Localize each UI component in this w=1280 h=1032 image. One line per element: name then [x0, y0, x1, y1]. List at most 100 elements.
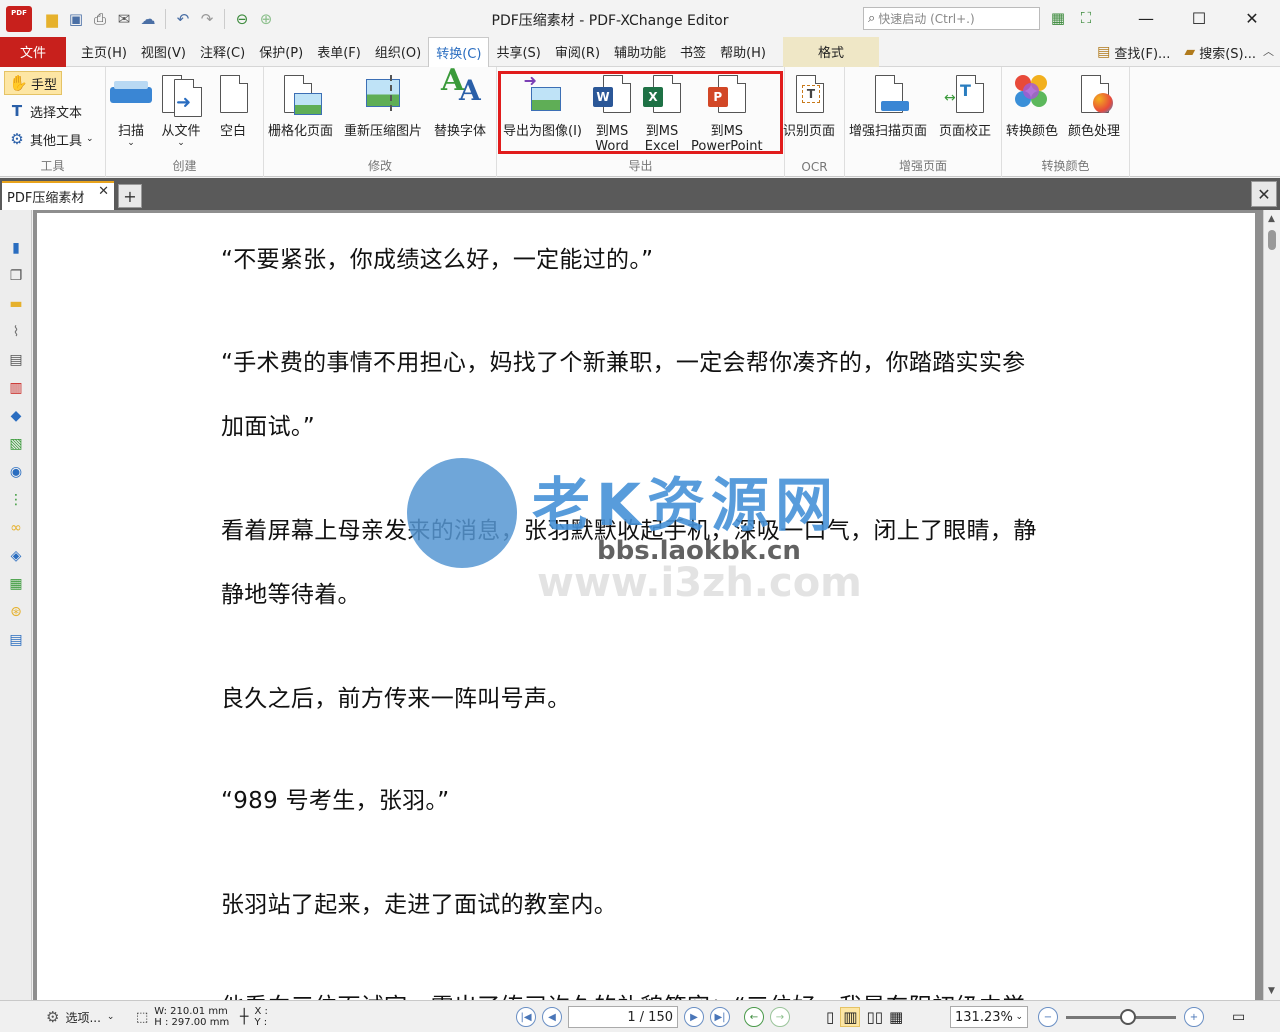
destinations-icon[interactable]: ◉: [6, 462, 26, 482]
tab-review[interactable]: 审阅(R): [548, 37, 607, 67]
side-panel: ▮ ❐ ▬ ⌇ ▤ ▥ ◆ ▧ ◉ ⋮ ∞ ◈ ▦ ⊛ ▤: [0, 210, 32, 1000]
close-tab-icon[interactable]: ✕: [98, 184, 109, 199]
continuous-facing-icon[interactable]: ▦: [889, 1008, 903, 1026]
fields-icon[interactable]: ▦: [6, 574, 26, 594]
view-mode-button[interactable]: ▭: [1232, 1001, 1245, 1032]
zoom-slider-knob[interactable]: [1120, 1008, 1136, 1025]
scan-button[interactable]: 扫描 ⌄: [110, 73, 152, 148]
to-powerpoint-button[interactable]: P 到MS PowerPoint: [691, 73, 763, 154]
select-text-tool[interactable]: T 选择文本: [4, 99, 86, 123]
email-icon[interactable]: ✉: [114, 9, 134, 29]
thumbnails-icon[interactable]: ❐: [6, 266, 26, 286]
facing-pages-icon[interactable]: ▯▯: [866, 1008, 883, 1026]
continuous-page-icon[interactable]: ▥: [840, 1007, 861, 1027]
tab-help[interactable]: 帮助(H): [713, 37, 773, 67]
back-view-button[interactable]: ←: [744, 1007, 764, 1027]
to-word-button[interactable]: W 到MS Word: [591, 73, 633, 154]
first-page-button[interactable]: |◀: [516, 1007, 536, 1027]
tab-protect[interactable]: 保护(P): [252, 37, 310, 67]
forward-icon[interactable]: ⊕: [256, 9, 276, 29]
zoom-slider-group: − +: [1038, 1001, 1204, 1032]
close-document-button[interactable]: ✕: [1251, 181, 1277, 207]
save-icon[interactable]: ▣: [66, 9, 86, 29]
attachments-icon[interactable]: ⌇: [6, 322, 26, 342]
scroll-up-icon[interactable]: ▲: [1268, 214, 1275, 224]
rasterize-button[interactable]: 栅格化页面: [268, 73, 333, 139]
recompress-button[interactable]: 重新压缩图片: [344, 73, 422, 139]
tab-accessibility[interactable]: 辅助功能: [607, 37, 673, 67]
previous-page-button[interactable]: ◀: [542, 1007, 562, 1027]
last-page-button[interactable]: ▶|: [710, 1007, 730, 1027]
collapse-ribbon-icon[interactable]: ︿: [1263, 43, 1274, 59]
page-number-input[interactable]: 1 / 150: [568, 1006, 678, 1028]
signatures-icon[interactable]: ▥: [6, 378, 26, 398]
vertical-scrollbar[interactable]: ▲ ▼: [1263, 210, 1280, 1000]
structure-icon[interactable]: ⋮: [6, 490, 26, 510]
deskew-icon: T ↔: [944, 73, 986, 119]
single-page-icon[interactable]: ▯: [826, 1008, 834, 1026]
replace-fonts-icon: A A: [441, 63, 481, 107]
app-logo-icon[interactable]: PDF: [6, 5, 32, 32]
layers-icon[interactable]: ◆: [6, 406, 26, 426]
zoom-slider[interactable]: [1066, 1008, 1176, 1025]
export-image-button[interactable]: ➜ 导出为图像(I): [503, 73, 582, 140]
paragraph: “不要紧张，你成绩这么好，一定能过的。”: [221, 247, 654, 273]
replace-fonts-button[interactable]: A A 替换字体: [434, 63, 486, 140]
options-button[interactable]: ⚙ 选项... ⌄: [46, 1001, 114, 1032]
scroll-down-icon[interactable]: ▼: [1268, 986, 1275, 996]
tab-share[interactable]: 共享(S): [489, 37, 547, 67]
print-icon[interactable]: ⎙: [90, 9, 110, 29]
document-view[interactable]: “不要紧张，你成绩这么好，一定能过的。” “手术费的事情不用担心，妈找了个新兼职…: [33, 210, 1263, 1000]
links-icon[interactable]: ∞: [6, 518, 26, 538]
zoom-in-button[interactable]: +: [1184, 1007, 1204, 1027]
redo-icon[interactable]: ↷: [197, 9, 217, 29]
other-tools-dropdown[interactable]: ⚙ 其他工具 ⌄: [4, 127, 98, 151]
new-tab-button[interactable]: +: [118, 184, 142, 208]
color-processing-button[interactable]: 颜色处理: [1068, 73, 1120, 139]
find-icon: ▤: [1097, 44, 1111, 60]
to-excel-button[interactable]: X 到MS Excel: [641, 73, 683, 154]
enhance-scan-button[interactable]: 增强扫描页面: [849, 73, 927, 139]
undo-icon[interactable]: ↶: [173, 9, 193, 29]
quick-launch-input[interactable]: ⌕ 快速启动 (Ctrl+.): [863, 7, 1040, 30]
recognize-page-button[interactable]: T 识别页面: [783, 73, 835, 139]
find-button[interactable]: ▤ 查找(F)...: [1097, 43, 1170, 62]
content-icon[interactable]: ▧: [6, 434, 26, 454]
fullscreen-icon[interactable]: ⛶: [1076, 8, 1096, 28]
maximize-button[interactable]: ☐: [1173, 0, 1225, 37]
tab-view[interactable]: 视图(V): [134, 37, 193, 67]
zoom-level-select[interactable]: 131.23% ⌄: [950, 1001, 1028, 1032]
tags-icon[interactable]: ◈: [6, 546, 26, 566]
cloud-icon[interactable]: ☁: [138, 9, 158, 29]
ui-options-icon[interactable]: ▦: [1048, 8, 1068, 28]
tab-organize[interactable]: 组织(O): [368, 37, 428, 67]
tab-bookmarks[interactable]: 书签: [673, 37, 713, 67]
tab-home[interactable]: 主页(H): [74, 37, 134, 67]
document-properties-icon[interactable]: ▤: [6, 350, 26, 370]
document-tab[interactable]: PDF压缩素材 ✕: [2, 181, 114, 210]
open-folder-icon[interactable]: ▆: [42, 9, 62, 29]
convert-colors-button[interactable]: 转换颜色: [1006, 73, 1058, 139]
comments-icon[interactable]: ▬: [6, 294, 26, 314]
tab-format[interactable]: 格式: [782, 36, 879, 67]
bookmarks-icon[interactable]: ▮: [6, 238, 26, 258]
reading-order-icon[interactable]: ▤: [6, 630, 26, 650]
forward-view-button[interactable]: →: [770, 1007, 790, 1027]
zoom-out-button[interactable]: −: [1038, 1007, 1058, 1027]
from-file-button[interactable]: ➜ 从文件 ⌄: [160, 73, 202, 148]
accessibility-check-icon[interactable]: ⊛: [6, 602, 26, 622]
rasterize-icon: [280, 73, 322, 119]
tab-file[interactable]: 文件: [0, 36, 66, 67]
search-button[interactable]: ▰ 搜索(S)...: [1184, 43, 1256, 62]
back-icon[interactable]: ⊖: [232, 9, 252, 29]
hand-tool[interactable]: ✋ 手型: [4, 71, 63, 95]
minimize-button[interactable]: —: [1120, 0, 1172, 37]
blank-button[interactable]: 空白: [212, 73, 254, 139]
tab-form[interactable]: 表单(F): [310, 37, 368, 67]
close-button[interactable]: ✕: [1226, 0, 1278, 37]
scroll-thumb[interactable]: [1268, 230, 1276, 250]
group-enhance: 增强扫描页面 T ↔ 页面校正 增强页面: [845, 67, 1002, 177]
tab-comment[interactable]: 注释(C): [193, 37, 252, 67]
deskew-button[interactable]: T ↔ 页面校正: [939, 73, 991, 139]
next-page-button[interactable]: ▶: [684, 1007, 704, 1027]
